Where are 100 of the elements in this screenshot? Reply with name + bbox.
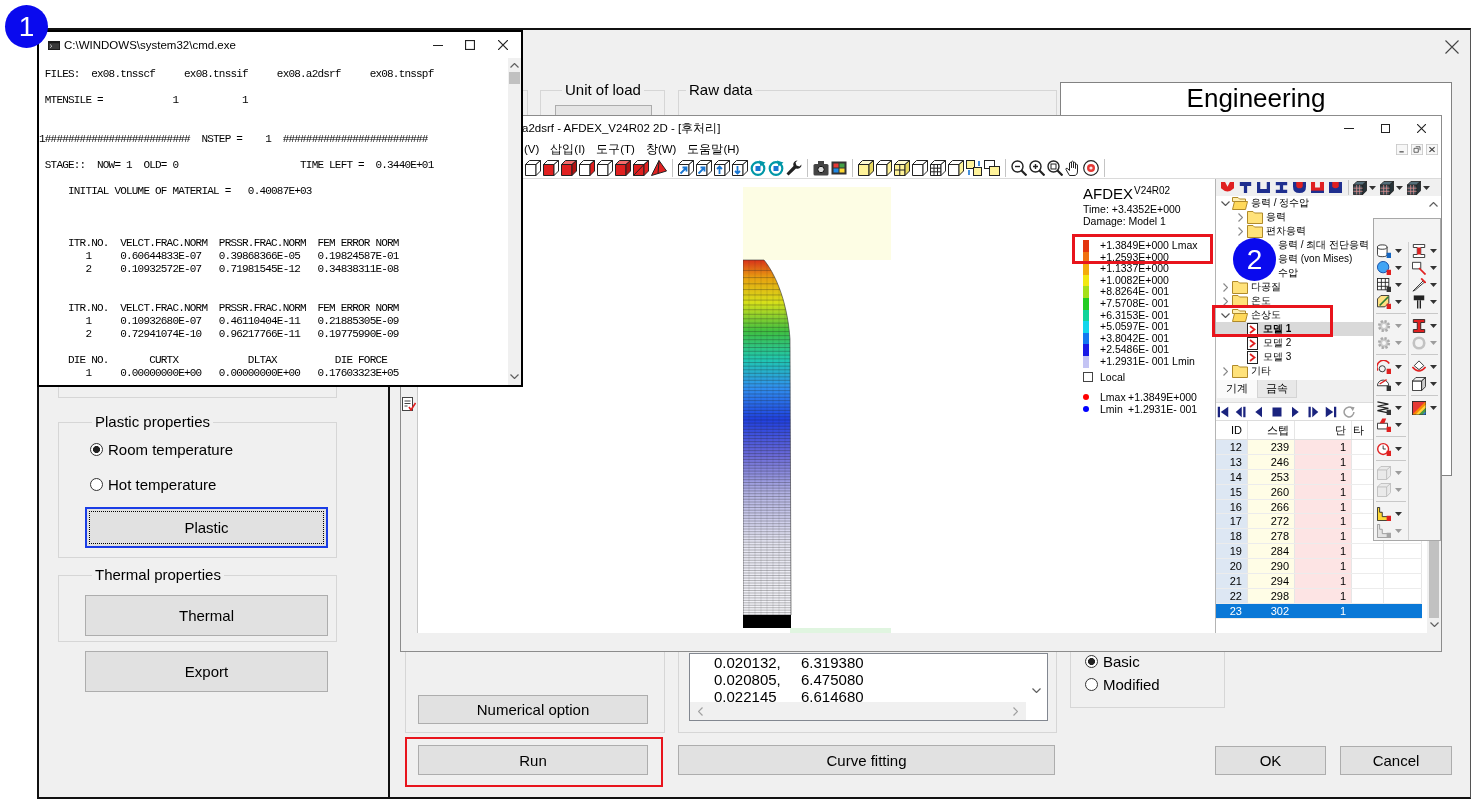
rotate-icon[interactable] [750,159,766,176]
stack-icon[interactable] [984,159,1000,176]
caret-icon[interactable] [1430,282,1437,287]
menu-item[interactable]: (V) [524,143,540,155]
camera-icon[interactable] [813,159,829,176]
plastic-button[interactable]: Plastic [85,507,328,548]
table-row[interactable]: 21 294 1 [1216,574,1422,589]
mesh-cube-icon[interactable] [1353,180,1367,195]
column-header[interactable]: 단 [1295,421,1352,439]
cube-icon[interactable] [876,159,892,176]
column-header[interactable]: ID [1216,421,1248,439]
caret-icon[interactable] [1395,364,1402,369]
menu-item[interactable]: 창(W) [645,141,677,157]
mesh-block-icon[interactable] [1377,277,1391,292]
cube-icon[interactable] [543,159,559,176]
chevron-right-icon[interactable] [1237,226,1243,236]
cube-icon[interactable] [579,159,595,176]
numerical-option-button[interactable]: Numerical option [418,695,648,724]
stop-icon[interactable] [1271,405,1283,418]
refresh-icon[interactable] [1343,405,1355,418]
caret-icon[interactable] [1430,405,1437,410]
tree-item[interactable]: 손상도 [1216,308,1425,322]
scrollbar[interactable] [508,58,521,385]
cup-icon[interactable] [1311,182,1324,193]
mesh-cube-icon[interactable] [1407,180,1421,195]
chevron-right-icon[interactable] [1222,282,1228,292]
caret-icon[interactable] [1396,185,1403,190]
caret-icon[interactable] [1430,299,1437,304]
radio-button[interactable] [90,442,103,456]
scroll-up-icon[interactable] [1428,202,1438,207]
cube-icon[interactable] [912,159,928,176]
close-icon[interactable] [1445,40,1459,54]
play-reverse-icon[interactable] [1253,405,1265,418]
dialog-button[interactable]: OK [1215,746,1326,775]
grid-cube-icon[interactable] [930,159,946,176]
scrollbar-thumb[interactable] [509,72,520,84]
text-area[interactable]: 0.020132, 6.319380 0.020805, 6.475080 0.022145 6.614680 [689,653,1048,721]
stair-icon[interactable] [1377,506,1391,521]
chevron-right-icon[interactable] [1222,296,1228,306]
hand-icon[interactable] [1065,159,1081,176]
dialog-button[interactable]: Cancel [1340,746,1452,775]
cube-arrow-icon[interactable] [696,159,712,176]
gradient-icon[interactable] [1412,400,1426,415]
mesh-cube-icon[interactable] [1380,180,1394,195]
maximize-icon[interactable] [1381,124,1390,133]
channel-icon[interactable] [1257,182,1270,193]
swap-icon[interactable] [966,159,982,176]
radio-button[interactable] [1085,677,1098,691]
scroll-up-icon[interactable] [510,63,519,68]
caret-icon[interactable] [1395,248,1402,253]
chevron-right-icon[interactable] [1222,366,1228,376]
stamp-icon[interactable] [1377,417,1391,432]
zoom-fit-icon[interactable] [1047,159,1063,176]
tree-item[interactable]: 다공질 [1216,280,1425,294]
cube-arrow-icon[interactable] [678,159,694,176]
cylinder-icon[interactable] [1377,243,1391,258]
cube-icon[interactable] [615,159,631,176]
wrench-icon[interactable] [786,159,802,176]
cube-icon[interactable] [525,159,541,176]
arc-icon[interactable] [1377,359,1391,374]
caret-icon[interactable] [1430,323,1437,328]
menu-item[interactable]: 삽입(I) [550,141,586,157]
beam-icon[interactable] [1412,318,1426,333]
pyramid-icon[interactable] [651,159,667,176]
half-sphere-icon[interactable] [1377,376,1391,391]
caret-icon[interactable] [1395,299,1402,304]
tab[interactable]: 금속 [1257,380,1297,398]
rotate-icon[interactable] [768,159,784,176]
edit-block-icon[interactable] [1377,294,1391,309]
clock-icon[interactable] [1377,441,1391,456]
table-row[interactable]: 22 298 1 [1216,588,1422,604]
caret-icon[interactable] [1395,446,1402,451]
spring-icon[interactable] [1377,400,1391,415]
tree-item[interactable]: 온도 [1216,294,1425,308]
tree-item[interactable]: 편차응력 [1216,224,1425,238]
run-button[interactable]: Run [418,745,648,775]
step-forward-icon[interactable] [1307,405,1319,418]
caret-icon[interactable] [1430,248,1437,253]
tee-icon[interactable] [1239,182,1252,193]
caret-icon[interactable] [1395,511,1402,516]
bowl-icon[interactable] [1412,359,1426,374]
caret-icon[interactable] [1430,265,1437,270]
cutter-icon[interactable] [1412,260,1426,275]
cube-icon[interactable] [948,159,964,176]
export-button[interactable]: Export [85,651,328,692]
scroll-down-icon[interactable] [1429,622,1439,627]
scroll-down-icon[interactable] [510,374,519,379]
cube-arrow-icon[interactable] [714,159,730,176]
grid-cube-icon[interactable] [894,159,910,176]
chevron-down-icon[interactable] [1220,312,1230,318]
thermal-button[interactable]: Thermal [85,595,328,636]
zoom-in-icon[interactable] [1029,159,1045,176]
scroll-down-icon[interactable] [1032,688,1041,693]
pin-icon[interactable] [1412,294,1426,309]
box-icon[interactable] [1412,376,1426,391]
caret-icon[interactable] [1423,185,1430,190]
play-icon[interactable] [1289,405,1301,418]
target-icon[interactable] [1083,159,1099,176]
dome-icon[interactable] [1293,182,1306,193]
restore-icon[interactable] [1411,143,1423,155]
